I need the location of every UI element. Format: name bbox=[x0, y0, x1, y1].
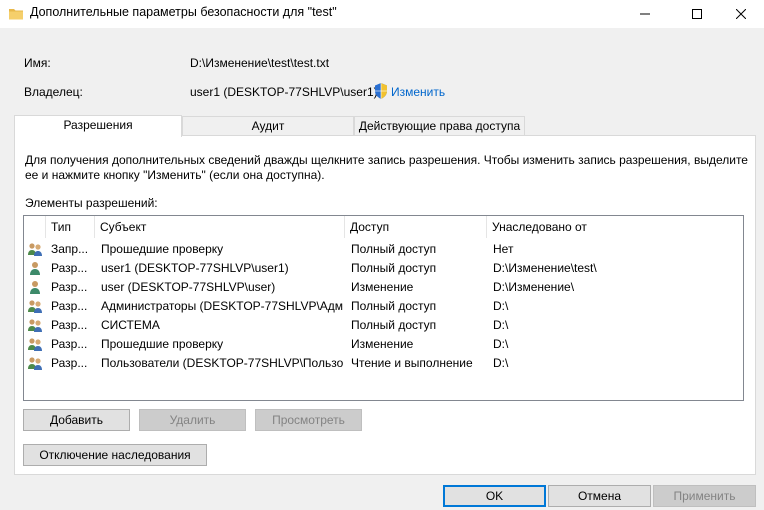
row-subject: Прошедшие проверку bbox=[101, 337, 224, 351]
row-type: Разр... bbox=[51, 299, 88, 313]
group-icon bbox=[28, 243, 42, 256]
column-header-type[interactable]: Тип bbox=[46, 216, 95, 238]
maximize-button[interactable] bbox=[674, 0, 720, 28]
row-access: Изменение bbox=[351, 280, 414, 294]
description-line-2: ее и нажмите кнопку "Изменить" (если она… bbox=[25, 168, 325, 182]
table-row[interactable]: Разр... user (DESKTOP-77SHLVP\user) Изме… bbox=[24, 278, 743, 297]
title-bar: Дополнительные параметры безопасности дл… bbox=[0, 0, 764, 28]
group-icon bbox=[28, 300, 42, 313]
view-button[interactable]: Просмотреть bbox=[255, 409, 362, 431]
tab-permissions[interactable]: Разрешения bbox=[14, 115, 182, 137]
close-icon bbox=[736, 9, 746, 19]
row-subject: Администраторы (DESKTOP-77SHLVP\Адм... bbox=[101, 299, 343, 313]
row-subject: user1 (DESKTOP-77SHLVP\user1) bbox=[101, 261, 289, 275]
description-line-1: Для получения дополнительных сведений дв… bbox=[25, 153, 748, 167]
change-owner-link[interactable]: Изменить bbox=[391, 85, 445, 99]
name-label: Имя: bbox=[24, 56, 51, 70]
row-type: Разр... bbox=[51, 318, 88, 332]
user-icon bbox=[30, 262, 40, 275]
row-inherited: D:\Изменение\ bbox=[493, 280, 575, 294]
column-header-subject[interactable]: Субъект bbox=[95, 216, 345, 238]
row-inherited: D:\ bbox=[493, 337, 509, 351]
name-value: D:\Изменение\test\test.txt bbox=[190, 56, 330, 70]
row-type: Запр... bbox=[51, 242, 89, 256]
column-header-access[interactable]: Доступ bbox=[345, 216, 487, 238]
group-icon bbox=[28, 338, 42, 351]
apply-button[interactable]: Применить bbox=[653, 485, 756, 507]
row-inherited: D:\ bbox=[493, 299, 509, 313]
row-type: Разр... bbox=[51, 337, 88, 351]
permission-entries-list[interactable]: Тип Субъект Доступ Унаследовано от Запр.… bbox=[23, 215, 744, 401]
row-subject: user (DESKTOP-77SHLVP\user) bbox=[101, 280, 276, 294]
user-icon bbox=[30, 281, 40, 294]
row-subject: Пользователи (DESKTOP-77SHLVP\Пользо... bbox=[101, 356, 343, 370]
tab-effective-access[interactable]: Действующие права доступа bbox=[354, 116, 525, 136]
row-access: Полный доступ bbox=[351, 299, 437, 313]
row-inherited: D:\Изменение\test\ bbox=[493, 261, 597, 275]
group-icon bbox=[28, 357, 42, 370]
remove-button[interactable]: Удалить bbox=[139, 409, 246, 431]
close-button[interactable] bbox=[718, 0, 764, 28]
row-type: Разр... bbox=[51, 280, 88, 294]
row-inherited: Нет bbox=[493, 242, 514, 256]
permission-entries-label: Элементы разрешений: bbox=[25, 196, 158, 210]
uac-shield-icon bbox=[375, 83, 387, 99]
window-title: Дополнительные параметры безопасности дл… bbox=[30, 5, 337, 19]
table-row[interactable]: Запр... Прошедшие проверку Полный доступ… bbox=[24, 240, 743, 259]
table-row[interactable]: Разр... user1 (DESKTOP-77SHLVP\user1) По… bbox=[24, 259, 743, 278]
minimize-icon bbox=[640, 13, 650, 15]
row-subject: Прошедшие проверку bbox=[101, 242, 224, 256]
row-access: Изменение bbox=[351, 337, 414, 351]
row-access: Чтение и выполнение bbox=[351, 356, 473, 370]
cancel-button[interactable]: Отмена bbox=[548, 485, 651, 507]
add-button[interactable]: Добавить bbox=[23, 409, 130, 431]
row-subject: СИСТЕМА bbox=[101, 318, 160, 332]
group-icon bbox=[28, 319, 42, 332]
minimize-button[interactable] bbox=[622, 0, 668, 28]
table-row[interactable]: Разр... Пользователи (DESKTOP-77SHLVP\По… bbox=[24, 354, 743, 373]
owner-value: user1 (DESKTOP-77SHLVP\user1) bbox=[190, 85, 378, 99]
folder-icon bbox=[9, 9, 23, 20]
table-row[interactable]: Разр... СИСТЕМА Полный доступ D:\ bbox=[24, 316, 743, 335]
disable-inheritance-button[interactable]: Отключение наследования bbox=[23, 444, 207, 466]
table-row[interactable]: Разр... Администраторы (DESKTOP-77SHLVP\… bbox=[24, 297, 743, 316]
row-access: Полный доступ bbox=[351, 242, 437, 256]
row-inherited: D:\ bbox=[493, 356, 509, 370]
row-access: Полный доступ bbox=[351, 261, 437, 275]
ok-button[interactable]: OK bbox=[443, 485, 546, 507]
tab-audit[interactable]: Аудит bbox=[182, 116, 354, 136]
maximize-icon bbox=[692, 9, 702, 19]
row-type: Разр... bbox=[51, 356, 88, 370]
table-row[interactable]: Разр... Прошедшие проверку Изменение D:\ bbox=[24, 335, 743, 354]
column-header-inherited[interactable]: Унаследовано от bbox=[487, 216, 742, 238]
row-inherited: D:\ bbox=[493, 318, 509, 332]
owner-label: Владелец: bbox=[24, 85, 83, 99]
row-type: Разр... bbox=[51, 261, 88, 275]
column-header-icon[interactable] bbox=[24, 216, 46, 238]
row-access: Полный доступ bbox=[351, 318, 437, 332]
